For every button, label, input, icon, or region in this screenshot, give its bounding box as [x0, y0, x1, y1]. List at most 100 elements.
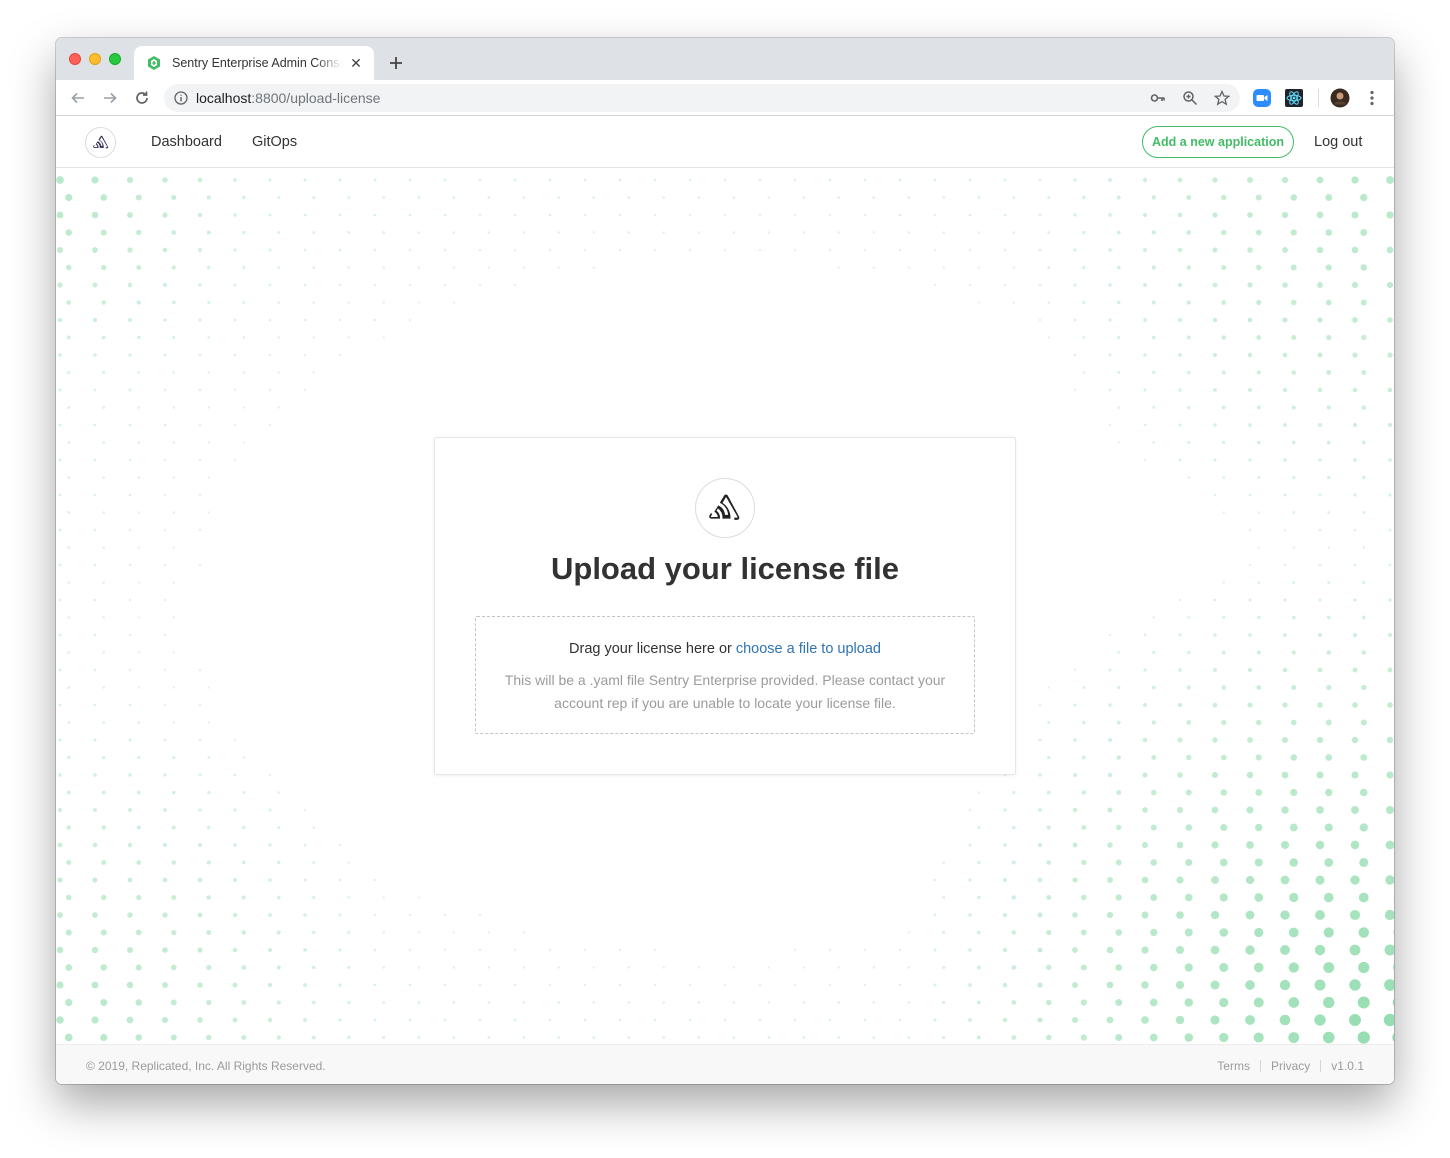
- star-icon[interactable]: [1214, 90, 1230, 106]
- background-dot: [758, 178, 762, 182]
- background-dot: [67, 546, 71, 549]
- background-dot: [1219, 928, 1229, 937]
- background-dot: [1211, 841, 1219, 849]
- nav-dashboard[interactable]: Dashboard: [151, 134, 222, 150]
- background-dot: [1011, 930, 1016, 935]
- address-bar[interactable]: localhost:8800/upload-license: [164, 84, 1240, 112]
- background-dot: [1361, 334, 1367, 341]
- background-dot: [1108, 283, 1112, 287]
- background-dot: [1212, 702, 1218, 708]
- background-dot: [172, 616, 175, 619]
- background-dot: [93, 773, 97, 777]
- background-dot: [1151, 300, 1156, 305]
- background-dot: [618, 983, 622, 987]
- background-dot: [1282, 282, 1288, 288]
- background-dot: [347, 931, 351, 934]
- background-dot: [1106, 1016, 1114, 1024]
- background-dot: [1245, 980, 1255, 990]
- background-dot: [1351, 176, 1359, 184]
- home-logo-link[interactable]: [85, 127, 116, 158]
- background-dot: [872, 196, 876, 199]
- zoom-icon[interactable]: [1182, 90, 1198, 106]
- background-dot: [618, 248, 622, 252]
- background-dot: [1245, 945, 1255, 955]
- background-dot: [1012, 301, 1015, 304]
- background-dot: [1257, 476, 1261, 479]
- background-dot: [1289, 858, 1299, 867]
- background-dot: [1326, 370, 1332, 375]
- background-dot: [1117, 335, 1121, 340]
- background-dot: [1187, 616, 1191, 619]
- background-dot: [1047, 721, 1051, 724]
- background-dot: [802, 966, 805, 969]
- terms-link[interactable]: Terms: [1217, 1059, 1250, 1073]
- background-dot: [241, 930, 246, 935]
- background-dot: [942, 231, 945, 234]
- info-icon[interactable]: [174, 91, 188, 105]
- background-dot: [697, 231, 700, 234]
- background-dot: [802, 196, 806, 199]
- background-dot: [1220, 754, 1227, 761]
- background-dot: [163, 773, 167, 777]
- maximize-window-button[interactable]: [109, 53, 121, 65]
- background-dot: [1288, 1032, 1300, 1043]
- privacy-link[interactable]: Privacy: [1271, 1059, 1310, 1073]
- background-dot: [100, 929, 107, 936]
- new-tab-button[interactable]: [384, 51, 408, 75]
- background-dot: [478, 178, 482, 182]
- profile-avatar-icon[interactable]: [1330, 88, 1350, 108]
- background-dot: [1289, 892, 1299, 903]
- background-dot: [1082, 336, 1086, 339]
- background-dot: [1361, 615, 1366, 620]
- background-dot: [758, 1018, 762, 1022]
- background-dot: [1210, 980, 1220, 990]
- background-dot: [1082, 265, 1086, 270]
- background-dot: [1176, 876, 1184, 884]
- background-dot: [172, 686, 175, 689]
- background-dot: [1353, 528, 1357, 532]
- choose-file-link[interactable]: choose a file to upload: [736, 641, 881, 657]
- add-application-button[interactable]: Add a new application: [1142, 126, 1294, 158]
- background-dot: [1222, 615, 1226, 620]
- background-dot: [66, 825, 71, 830]
- background-dot: [1290, 788, 1298, 797]
- background-dot: [1325, 229, 1333, 236]
- background-dot: [198, 423, 202, 427]
- nav-gitops[interactable]: GitOps: [252, 134, 297, 150]
- background-dot: [522, 931, 525, 934]
- background-dot: [1359, 788, 1368, 797]
- reload-button[interactable]: [130, 86, 154, 110]
- background-dot: [1184, 963, 1193, 972]
- browser-tab[interactable]: Sentry Enterprise Admin Console ✕: [134, 46, 374, 80]
- zoom-extension-icon[interactable]: [1252, 88, 1272, 108]
- background-dot: [382, 231, 386, 234]
- background-dot: [417, 231, 421, 234]
- background-dot: [583, 948, 587, 952]
- background-dot: [128, 738, 132, 742]
- close-window-button[interactable]: [69, 53, 81, 65]
- forward-button[interactable]: [98, 86, 122, 110]
- background-dot: [697, 1036, 701, 1039]
- back-button[interactable]: [66, 86, 90, 110]
- menu-dots-icon[interactable]: [1362, 88, 1382, 108]
- logout-link[interactable]: Log out: [1314, 134, 1362, 150]
- background-dot: [1325, 788, 1333, 797]
- background-dot: [1325, 264, 1332, 271]
- background-dot: [1117, 685, 1121, 690]
- tab-close-icon[interactable]: ✕: [348, 55, 364, 71]
- background-dot: [1072, 947, 1078, 953]
- minimize-window-button[interactable]: [89, 53, 101, 65]
- background-dot: [198, 353, 202, 357]
- background-dot: [828, 178, 832, 182]
- background-dot: [241, 965, 247, 970]
- license-dropzone[interactable]: Drag your license here or choose a file …: [475, 616, 975, 734]
- background-dot: [57, 807, 63, 813]
- background-dot: [1353, 493, 1357, 497]
- react-devtools-icon[interactable]: [1284, 88, 1304, 108]
- background-dot: [1386, 211, 1394, 219]
- background-dot: [1291, 370, 1297, 375]
- background-dot: [1046, 790, 1051, 795]
- key-icon[interactable]: [1150, 90, 1166, 106]
- background-dot: [1221, 650, 1226, 655]
- background-dot: [1323, 996, 1335, 1009]
